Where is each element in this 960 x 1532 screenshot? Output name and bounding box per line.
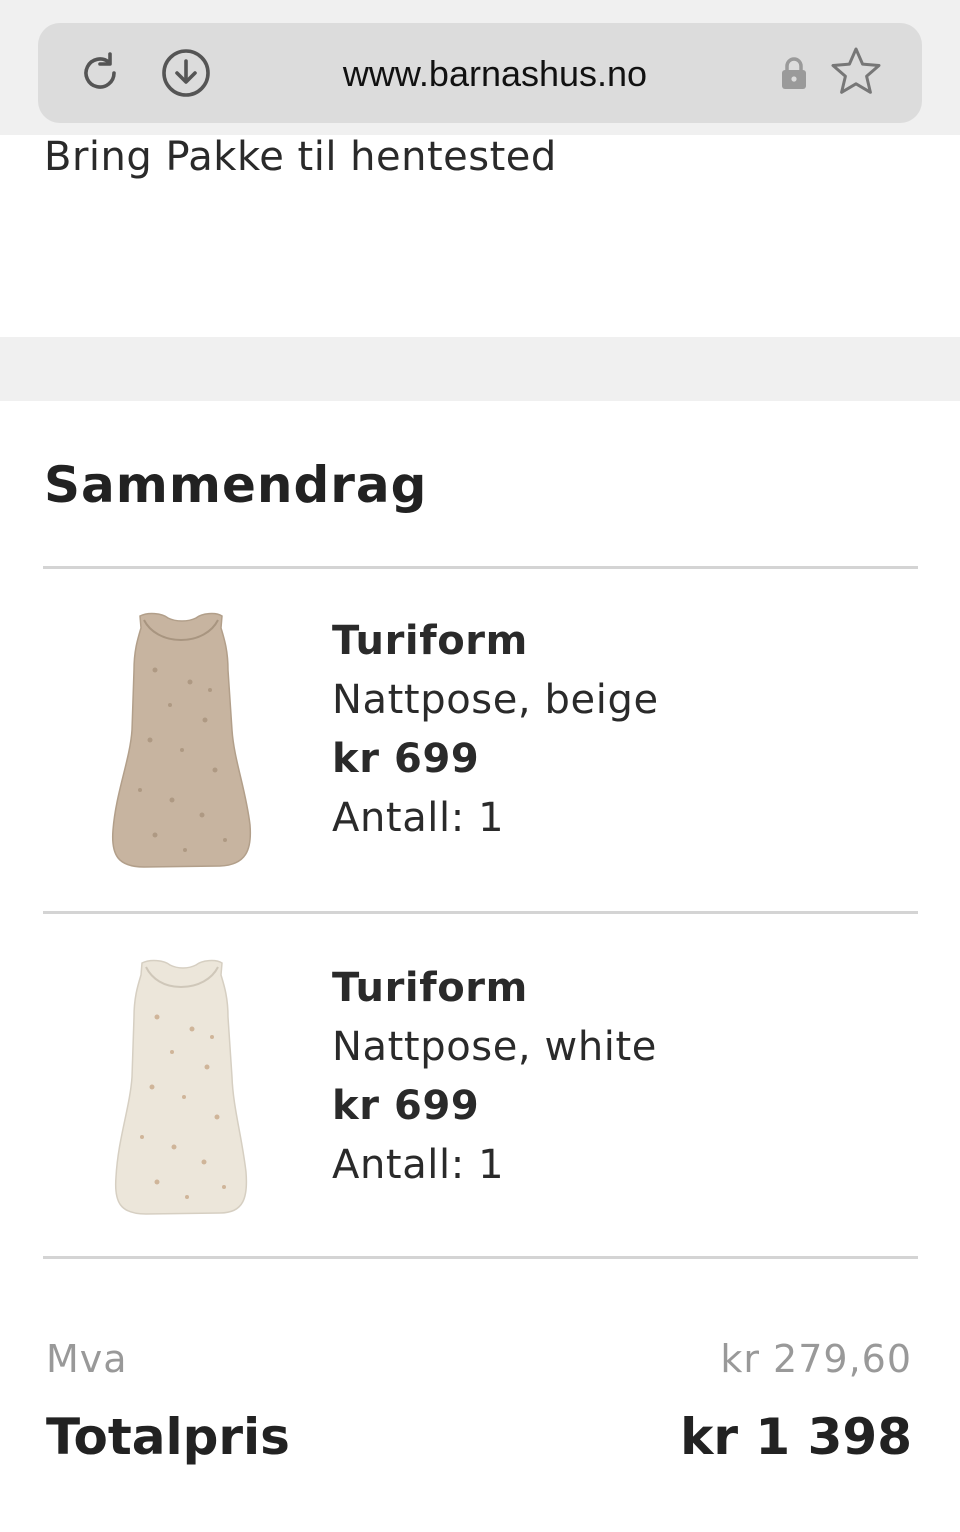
item-name[interactable]: Nattpose, white <box>332 1018 657 1077</box>
item-quantity: Antall: 1 <box>332 1142 505 1188</box>
download-icon[interactable] <box>158 45 214 101</box>
divider <box>43 911 918 914</box>
item-quantity: Antall: 1 <box>332 795 505 841</box>
reload-icon[interactable] <box>72 45 128 101</box>
lock-icon <box>774 50 814 96</box>
item-brand: Turiform <box>332 618 528 664</box>
shipping-method: Bring Pakke til hentested <box>44 134 557 180</box>
cart-item: Turiform Nattpose, beige kr 699 Antall: … <box>332 612 659 848</box>
divider <box>43 566 918 569</box>
total-label: Totalpris <box>46 1408 290 1466</box>
star-icon[interactable] <box>828 44 884 100</box>
section-divider <box>0 337 960 401</box>
product-image-beige[interactable] <box>110 610 252 874</box>
vat-label: Mva <box>46 1337 128 1381</box>
item-brand: Turiform <box>332 965 528 1011</box>
item-name[interactable]: Nattpose, beige <box>332 671 659 730</box>
vat-value: kr 279,60 <box>720 1337 912 1381</box>
product-image-white[interactable] <box>112 957 250 1221</box>
item-price: kr 699 <box>332 736 480 782</box>
url-text[interactable]: www.barnashus.no <box>240 50 750 98</box>
cart-item: Turiform Nattpose, white kr 699 Antall: … <box>332 959 657 1195</box>
summary-title: Sammendrag <box>44 456 428 514</box>
divider <box>43 1256 918 1259</box>
item-price: kr 699 <box>332 1083 480 1129</box>
total-value: kr 1 398 <box>680 1408 912 1466</box>
